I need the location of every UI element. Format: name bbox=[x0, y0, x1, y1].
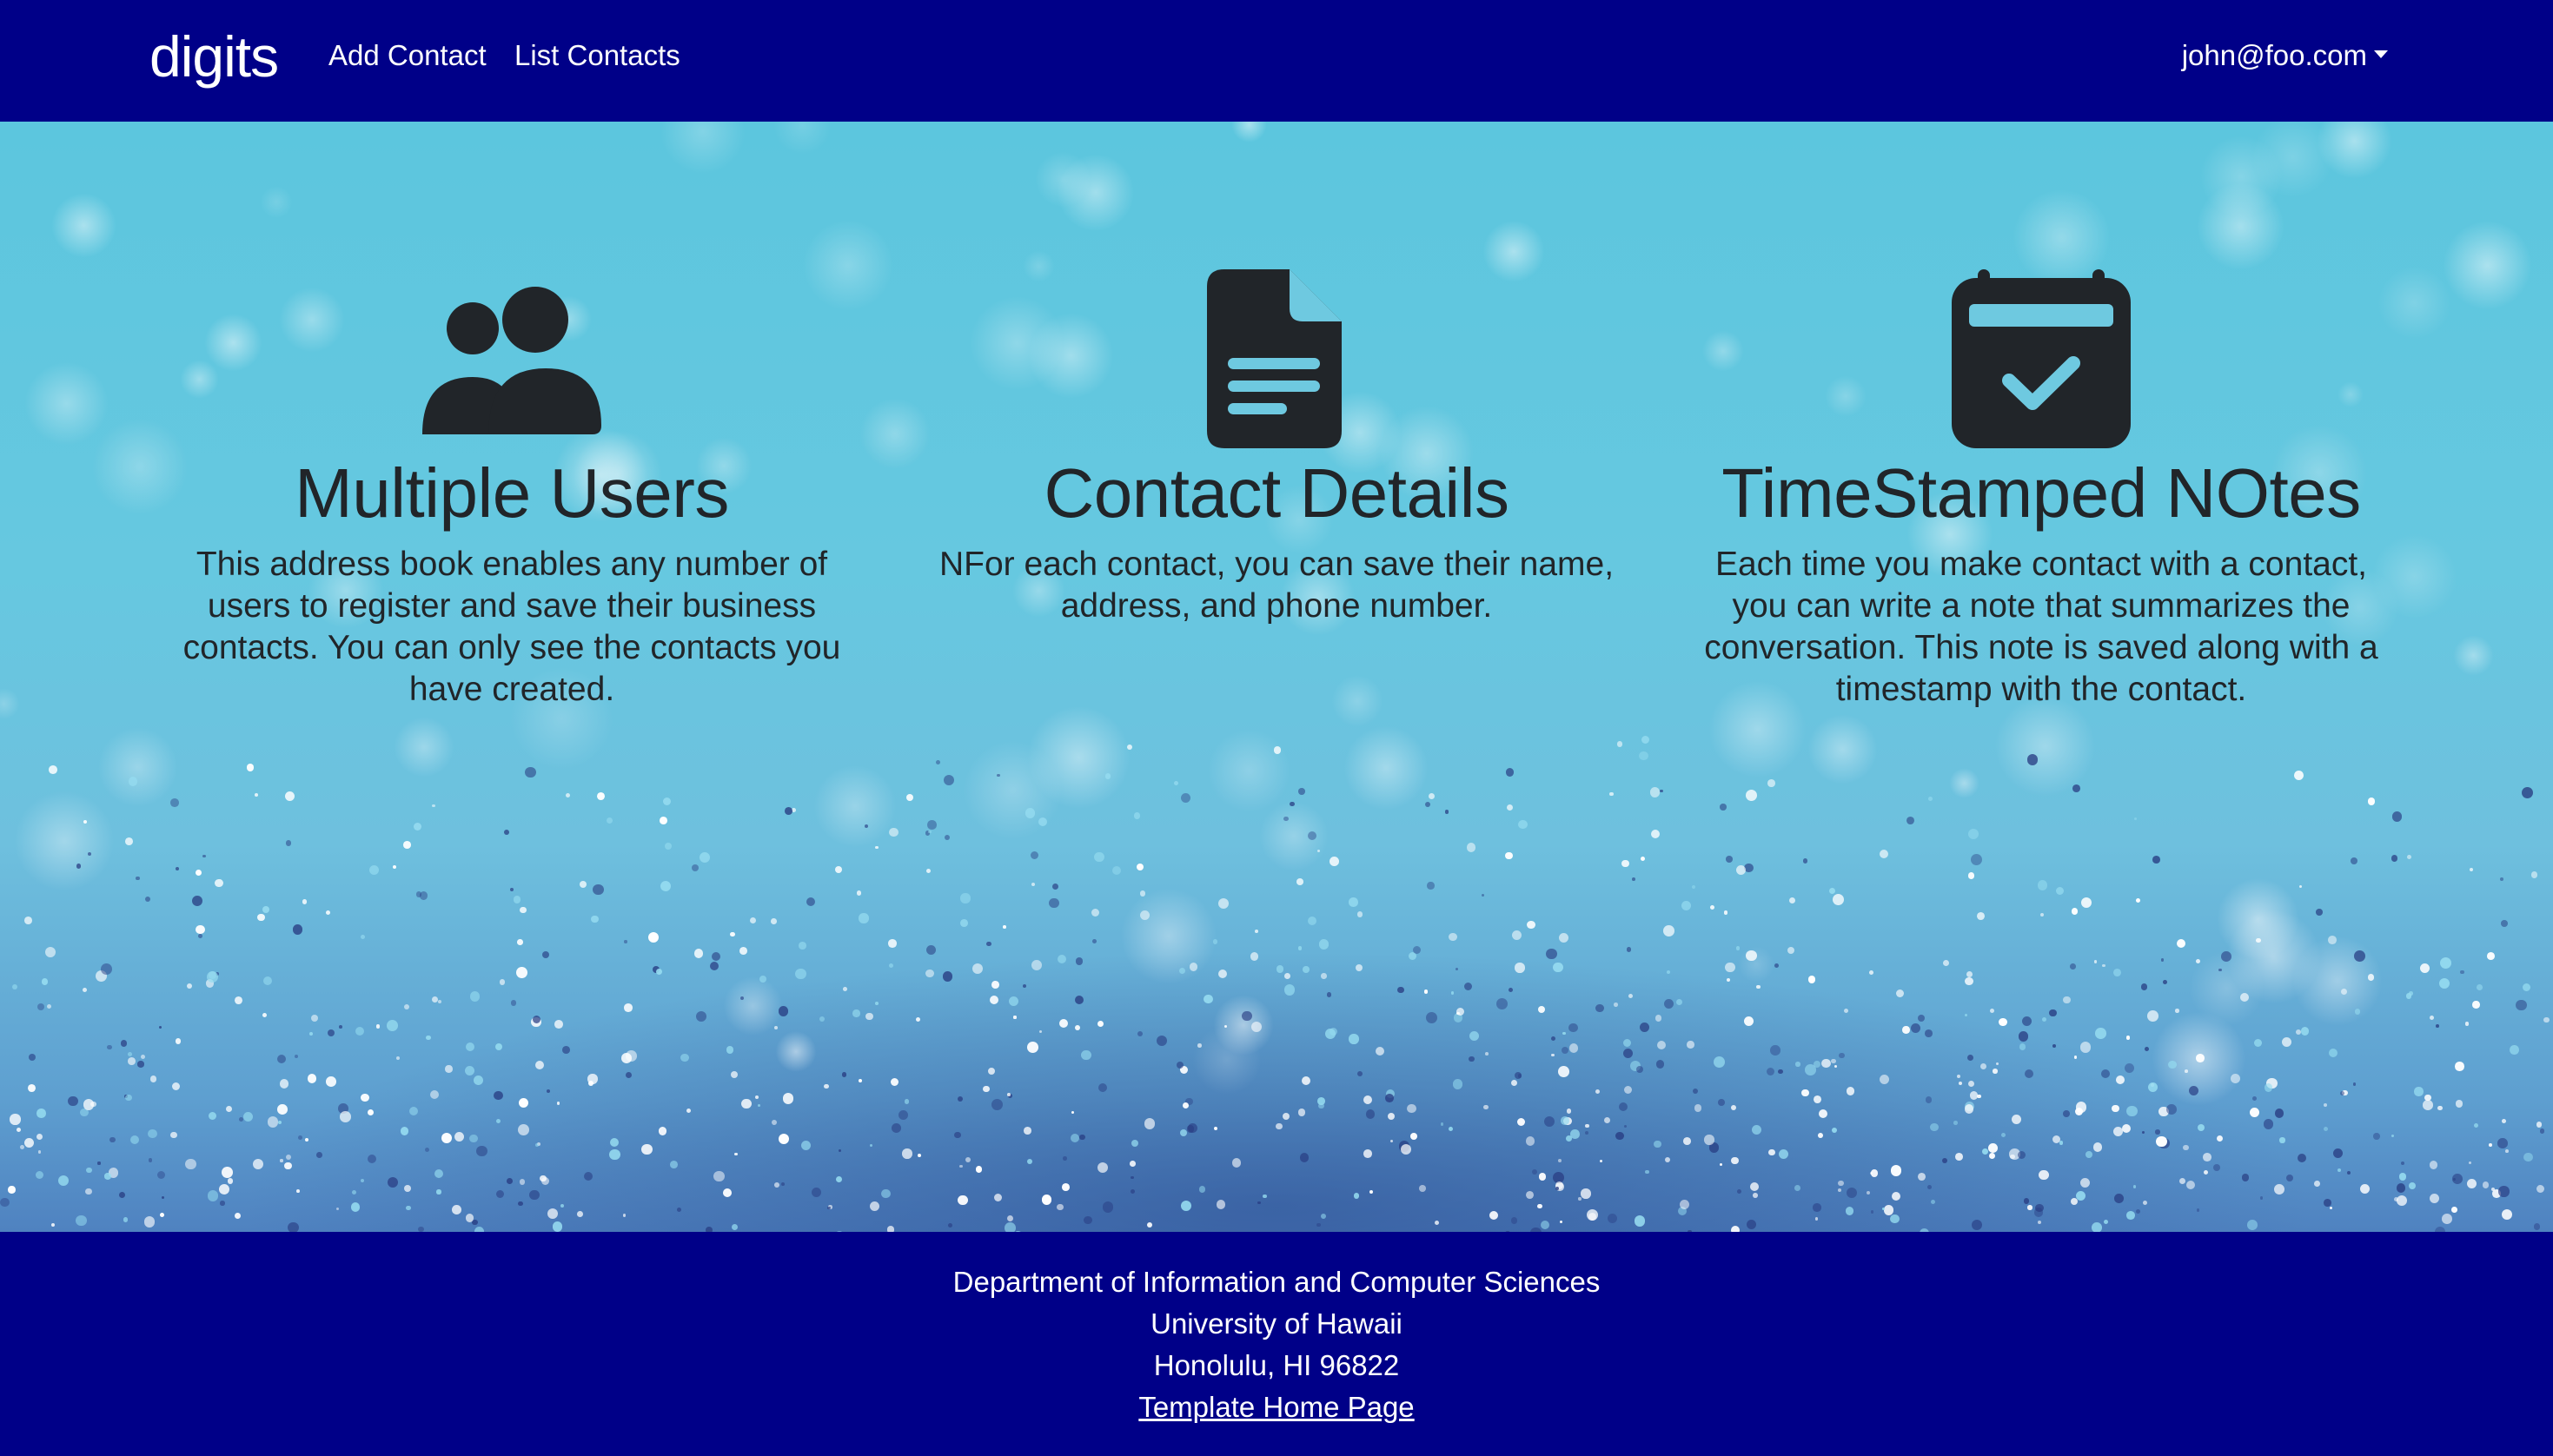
file-lines-icon bbox=[1207, 269, 1342, 448]
nav-add-contact-link[interactable]: Add Contact bbox=[328, 36, 487, 75]
users-icon bbox=[422, 287, 601, 434]
caret-down-icon bbox=[2374, 50, 2388, 58]
footer-address: Honolulu, HI 96822 bbox=[1153, 1349, 1400, 1381]
app-root: digits Add Contact List Contacts john@fo… bbox=[0, 0, 2553, 1456]
template-home-page-link[interactable]: Template Home Page bbox=[1138, 1391, 1414, 1423]
feature-title: TimeStamped NOtes bbox=[1721, 454, 2361, 532]
landing-hero: Multiple Users This address book enables… bbox=[0, 122, 2553, 1232]
page-footer: Department of Information and Computer S… bbox=[0, 1232, 2553, 1456]
brand-logo-link[interactable]: digits bbox=[149, 17, 279, 96]
nav-list-contacts-link[interactable]: List Contacts bbox=[514, 36, 680, 75]
footer-department: Department of Information and Computer S… bbox=[952, 1266, 1601, 1298]
feature-title: Contact Details bbox=[1044, 454, 1509, 532]
feature-contact-details: Contact Details NFor each contact, you c… bbox=[920, 269, 1633, 627]
calendar-check-icon bbox=[1952, 269, 2131, 448]
feature-description: This address book enables any number of … bbox=[182, 546, 841, 708]
feature-description: Each time you make contact with a contac… bbox=[1704, 546, 2378, 708]
user-dropdown-toggle[interactable]: john@foo.com bbox=[2182, 36, 2388, 75]
feature-title: Multiple Users bbox=[295, 454, 729, 532]
user-email-label: john@foo.com bbox=[2181, 39, 2367, 71]
top-navbar: digits Add Contact List Contacts john@fo… bbox=[0, 0, 2553, 122]
feature-multiple-users: Multiple Users This address book enables… bbox=[156, 269, 868, 711]
feature-description: NFor each contact, you can save their na… bbox=[938, 546, 1615, 625]
footer-university: University of Hawaii bbox=[1151, 1307, 1402, 1340]
feature-timestamped-notes: TimeStamped NOtes Each time you make con… bbox=[1685, 269, 2397, 711]
